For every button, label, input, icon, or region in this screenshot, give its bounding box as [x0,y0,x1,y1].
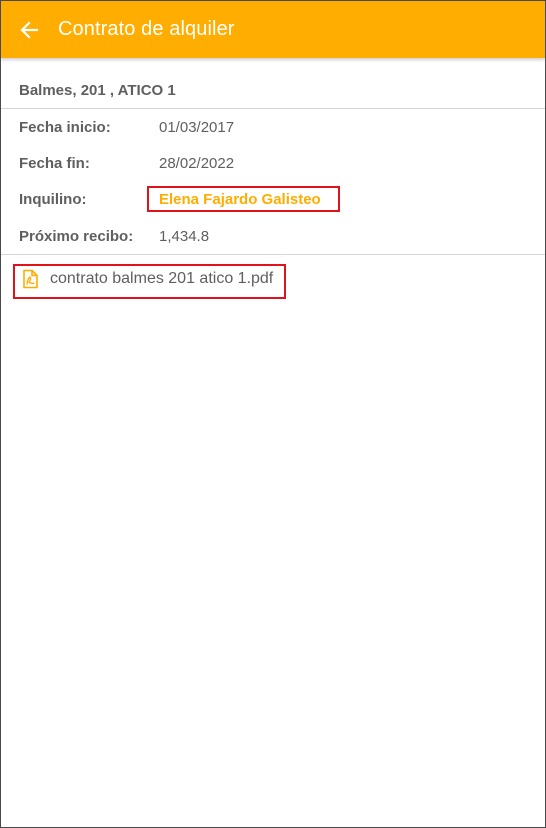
property-address: Balmes, 201 , ATICO 1 [19,82,176,99]
attachment-filename: contrato balmes 201 atico 1.pdf [50,270,274,287]
end-date-value: 28/02/2022 [159,155,235,172]
attachment-link[interactable]: contrato balmes 201 atico 1.pdf [21,269,273,289]
next-receipt-label: Próximo recibo: [19,228,134,245]
divider [1,108,545,109]
divider [1,254,545,255]
arrow-left-icon [20,20,39,39]
back-button[interactable] [17,18,41,42]
app-bar: Contrato de alquiler [1,1,545,58]
pdf-file-icon [23,269,38,289]
tenant-link[interactable]: Elena Fajardo Galisteo [159,191,321,208]
tenant-label: Inquilino: [19,191,87,208]
end-date-label: Fecha fin: [19,155,90,172]
start-date-value: 01/03/2017 [159,119,235,136]
page-title: Contrato de alquiler [58,18,235,40]
start-date-label: Fecha inicio: [19,119,111,136]
app-window: Contrato de alquiler Balmes, 201 , ATICO… [0,0,546,828]
next-receipt-value: 1,434.8 [159,228,210,245]
